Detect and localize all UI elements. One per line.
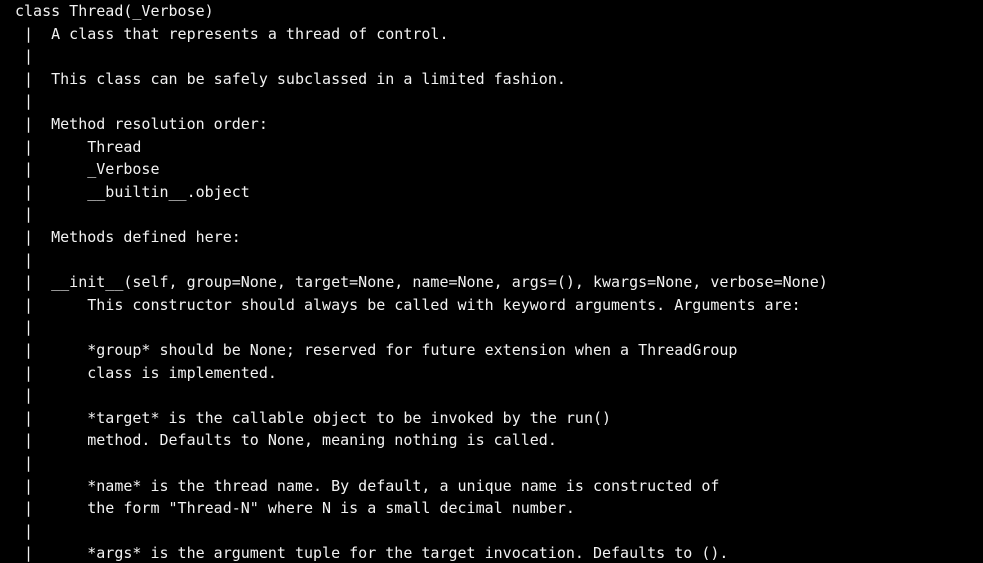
help-line: | *group* should be None; reserved for f… bbox=[15, 341, 738, 359]
help-line: | Methods defined here: bbox=[15, 228, 241, 246]
help-line: | bbox=[15, 47, 34, 66]
help-line-class-header: class Thread(_Verbose) bbox=[15, 2, 214, 20]
help-line: | bbox=[15, 318, 34, 337]
help-line: | the form "Thread-N" where N is a small… bbox=[15, 499, 575, 518]
help-line: | bbox=[15, 205, 34, 224]
help-line: | This class can be safely subclassed in… bbox=[15, 69, 566, 88]
help-line: | A class that represents a thread of co… bbox=[15, 24, 449, 43]
help-line: | *name* is the thread name. By default,… bbox=[15, 476, 720, 495]
terminal-console[interactable]: class Thread(_Verbose) | A class that re… bbox=[0, 0, 983, 563]
help-line: | __builtin__.object bbox=[15, 182, 250, 201]
help-line: | bbox=[15, 386, 34, 405]
help-line: | method. Defaults to None, meaning noth… bbox=[15, 431, 557, 450]
help-line: | _Verbose bbox=[15, 160, 160, 179]
help-line: | bbox=[15, 521, 34, 540]
help-line: | bbox=[15, 454, 34, 472]
help-line: | bbox=[15, 250, 34, 269]
help-line: | class is implemented. bbox=[15, 363, 277, 382]
help-line: | *args* is the argument tuple for the t… bbox=[15, 544, 729, 563]
help-line: | *target* is the callable object to be … bbox=[15, 408, 612, 427]
help-line: | Thread bbox=[15, 137, 142, 156]
help-line: | Method resolution order: bbox=[15, 115, 268, 133]
help-line: | This constructor should always be call… bbox=[15, 295, 801, 314]
help-line: | bbox=[15, 92, 34, 111]
help-line-method-signature: | __init__(self, group=None, target=None… bbox=[15, 273, 828, 292]
